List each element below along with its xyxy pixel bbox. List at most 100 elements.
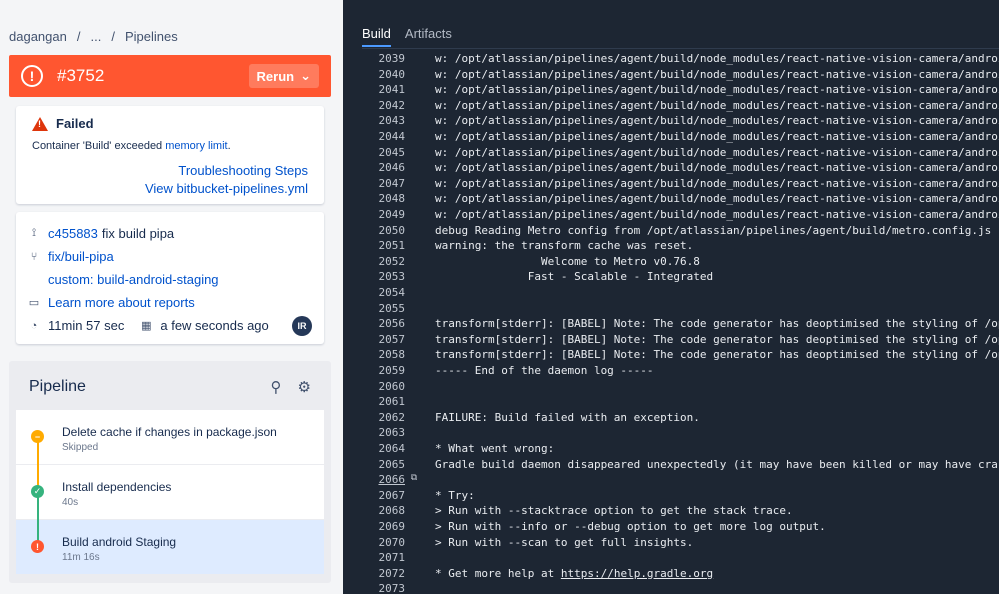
log-line: 2042 w: /opt/atlassian/pipelines/agent/bu… <box>343 99 999 115</box>
help-link[interactable]: https://help.gradle.org <box>561 567 713 580</box>
line-number[interactable]: 2064 <box>343 442 406 458</box>
line-number[interactable]: 2071 <box>343 551 406 567</box>
log-text: transform[stderr]: [BABEL] Note: The cod… <box>435 317 999 331</box>
line-gutter <box>405 380 423 396</box>
line-gutter <box>405 114 423 130</box>
log-line: 2048 w: /opt/atlassian/pipelines/agent/bu… <box>343 192 999 208</box>
failure-title: Failed <box>56 116 94 131</box>
log-line: 2073 <box>343 582 435 594</box>
pipeline-step-selected[interactable]: ! Build android Staging 11m 16s <box>16 519 324 574</box>
learn-reports-link[interactable]: Learn more about reports <box>48 295 195 310</box>
log-line: 2040 w: /opt/atlassian/pipelines/agent/bu… <box>343 68 999 84</box>
line-gutter <box>405 551 423 567</box>
view-yml-link[interactable]: View bitbucket-pipelines.yml <box>32 180 308 198</box>
line-gutter <box>405 130 423 146</box>
breadcrumb-pipelines[interactable]: Pipelines <box>125 29 178 44</box>
pipeline-step[interactable]: − Delete cache if changes in package.jso… <box>16 409 324 464</box>
error-icon: ! <box>21 65 43 87</box>
copy-icon[interactable]: ⧉ <box>405 473 423 489</box>
line-number[interactable]: 2042 <box>343 99 406 115</box>
gear-icon[interactable]: ⚙ <box>298 378 311 396</box>
log-line: 2070 > Run with --scan to get full insigh… <box>343 535 694 552</box>
log-line: 2056 transform[stderr]: [BABEL] Note: The… <box>343 317 999 333</box>
branch-link[interactable]: fix/buil-pipa <box>48 249 114 264</box>
log-text: w: /opt/atlassian/pipelines/agent/build/… <box>435 192 999 206</box>
line-number[interactable]: 2050 <box>343 224 406 240</box>
line-number[interactable]: 2051 <box>343 239 406 255</box>
line-number[interactable]: 2040 <box>343 68 406 84</box>
line-number[interactable]: 2044 <box>343 130 406 146</box>
line-gutter <box>405 317 423 333</box>
line-number[interactable]: 2054 <box>343 286 406 302</box>
clock-icon: ◔ <box>30 319 38 332</box>
pipeline-step[interactable]: ✓ Install dependencies 40s <box>16 464 324 519</box>
line-number[interactable]: 2048 <box>343 192 406 208</box>
line-number[interactable]: 2053 <box>343 270 406 286</box>
pin-icon[interactable]: ⚲ <box>271 378 282 396</box>
avatar[interactable]: IR <box>292 315 312 336</box>
line-number[interactable]: 2046 <box>343 161 406 177</box>
line-number[interactable]: 2070 <box>343 536 406 552</box>
log-text: debug Reading Metro config from /opt/atl… <box>435 223 992 237</box>
breadcrumb-ellipsis[interactable]: ... <box>90 29 101 44</box>
line-number[interactable]: 2061 <box>343 395 406 411</box>
warning-icon <box>32 116 48 131</box>
line-gutter <box>405 582 423 594</box>
line-gutter <box>405 333 423 349</box>
log-line: 2057 transform[stderr]: [BABEL] Note: The… <box>343 333 999 349</box>
log-text: Fast - Scalable - Integrated <box>435 270 714 284</box>
line-gutter <box>405 192 423 208</box>
line-number[interactable]: 2068 <box>343 504 406 520</box>
line-number[interactable]: 2060 <box>343 380 406 396</box>
tab-divider <box>362 48 999 49</box>
line-number[interactable]: 2045 <box>343 146 406 162</box>
log-line: 2064 * What went wrong: <box>343 442 555 458</box>
custom-pipeline-link[interactable]: custom: build-android-staging <box>48 272 219 287</box>
log-text: w: /opt/atlassian/pipelines/agent/build/… <box>435 145 999 159</box>
line-gutter <box>405 567 423 583</box>
line-number[interactable]: 2052 <box>343 255 406 271</box>
tab-build[interactable]: Build <box>362 26 391 47</box>
line-number[interactable]: 2063 <box>343 426 406 442</box>
line-number[interactable]: 2049 <box>343 208 406 224</box>
line-number[interactable]: 2058 <box>343 348 406 364</box>
line-number[interactable]: 2066 <box>343 473 406 489</box>
line-gutter <box>405 177 423 193</box>
line-number[interactable]: 2062 <box>343 411 406 427</box>
line-number[interactable]: 2057 <box>343 333 406 349</box>
line-number[interactable]: 2072 <box>343 567 406 583</box>
tab-artifacts[interactable]: Artifacts <box>405 26 452 47</box>
line-gutter <box>405 52 423 68</box>
line-number[interactable]: 2047 <box>343 177 406 193</box>
log-text: w: /opt/atlassian/pipelines/agent/build/… <box>435 114 999 128</box>
rerun-button[interactable]: Rerun ⌄ <box>248 64 319 88</box>
log-line: 2049 w: /opt/atlassian/pipelines/agent/bu… <box>343 208 999 224</box>
line-number[interactable]: 2073 <box>343 582 406 594</box>
log-line: 2068 > Run with --stacktrace option to ge… <box>343 504 793 520</box>
log-text: > Run with --scan to get full insights. <box>435 535 694 549</box>
line-number[interactable]: 2067 <box>343 489 406 505</box>
commit-hash-link[interactable]: c455883 <box>48 226 98 241</box>
line-number[interactable]: 2055 <box>343 302 406 318</box>
line-number[interactable]: 2039 <box>343 52 406 68</box>
log-text: * Try: <box>435 488 475 502</box>
line-number[interactable]: 2065 <box>343 458 406 474</box>
line-number[interactable]: 2069 <box>343 520 406 536</box>
log-text: w: /opt/atlassian/pipelines/agent/build/… <box>435 176 999 190</box>
troubleshooting-link[interactable]: Troubleshooting Steps <box>32 162 308 180</box>
line-number[interactable]: 2043 <box>343 114 406 130</box>
breadcrumb-repo[interactable]: dagangan <box>9 29 67 44</box>
log-line: 2051 warning: the transform cache was res… <box>343 239 694 255</box>
line-number[interactable]: 2056 <box>343 317 406 333</box>
failure-card: Failed Container 'Build' exceeded memory… <box>16 106 324 204</box>
line-number[interactable]: 2059 <box>343 364 406 380</box>
log-text: FAILURE: Build failed with an exception. <box>435 410 700 424</box>
line-number[interactable]: 2041 <box>343 83 406 99</box>
memory-limit-link[interactable]: memory limit <box>165 140 227 152</box>
line-gutter <box>405 270 423 286</box>
